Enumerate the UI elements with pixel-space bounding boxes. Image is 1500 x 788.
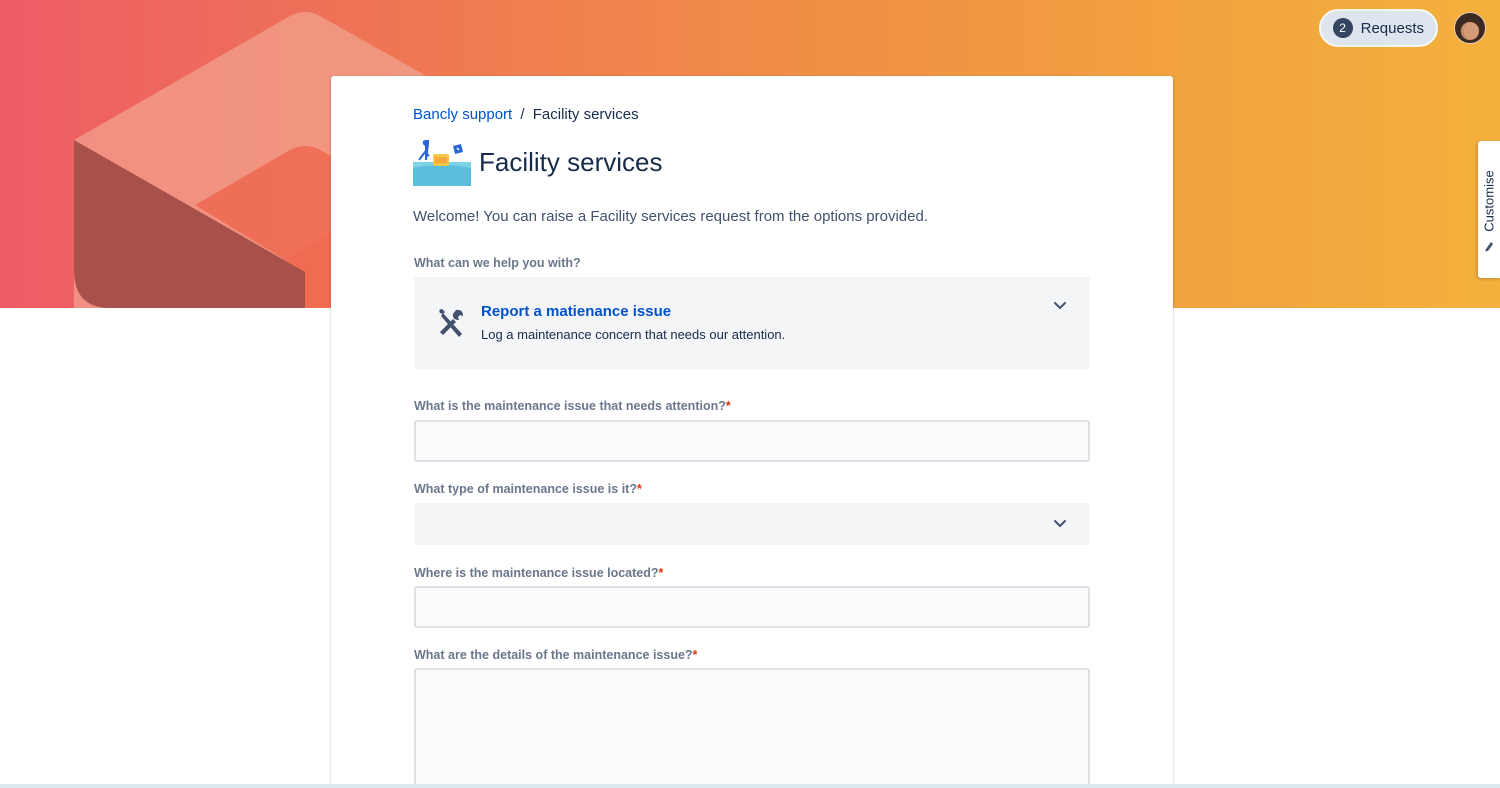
breadcrumb-root-link[interactable]: Bancly support xyxy=(413,106,512,123)
chevron-down-icon xyxy=(1054,302,1066,310)
customise-button[interactable]: Customise xyxy=(1478,141,1500,278)
request-type-title: Report a matienance issue xyxy=(481,303,672,320)
chevron-down-icon xyxy=(1054,520,1066,528)
issue-summary-label: What is the maintenance issue that needs… xyxy=(414,399,731,413)
issue-type-label: What type of maintenance issue is it?* xyxy=(414,482,642,496)
user-avatar[interactable] xyxy=(1454,12,1486,44)
toolbox-icon xyxy=(413,140,471,186)
requests-label: Requests xyxy=(1360,19,1424,37)
request-type-select[interactable]: Report a matienance issue Log a maintena… xyxy=(414,277,1090,370)
breadcrumb-current: Facility services xyxy=(532,106,639,123)
issue-location-input[interactable] xyxy=(414,586,1090,628)
breadcrumb-separator: / xyxy=(520,106,525,123)
issue-details-textarea[interactable] xyxy=(414,668,1090,788)
customise-label: Customise xyxy=(1481,170,1497,232)
issue-type-select[interactable] xyxy=(414,503,1090,545)
requests-count-badge: 2 xyxy=(1332,18,1353,38)
page-header: Facility services xyxy=(413,138,662,186)
welcome-message: Welcome! You can raise a Facility servic… xyxy=(413,208,928,225)
requests-button[interactable]: 2 Requests xyxy=(1318,9,1438,47)
breadcrumb: Bancly support / Facility services xyxy=(413,106,639,123)
page-title: Facility services xyxy=(479,146,663,177)
request-form-card: Bancly support / Facility services Facil… xyxy=(331,76,1173,788)
issue-location-label: Where is the maintenance issue located?* xyxy=(414,566,664,580)
request-type-label: What can we help you with? xyxy=(414,256,581,270)
issue-details-label: What are the details of the maintenance … xyxy=(414,648,698,662)
request-type-description: Log a maintenance concern that needs our… xyxy=(481,327,786,342)
tools-icon xyxy=(439,309,463,337)
top-right-actions: 2 Requests xyxy=(1318,9,1486,47)
bottom-divider xyxy=(0,784,1500,788)
issue-summary-input[interactable] xyxy=(414,420,1090,462)
pencil-icon xyxy=(1485,242,1493,252)
